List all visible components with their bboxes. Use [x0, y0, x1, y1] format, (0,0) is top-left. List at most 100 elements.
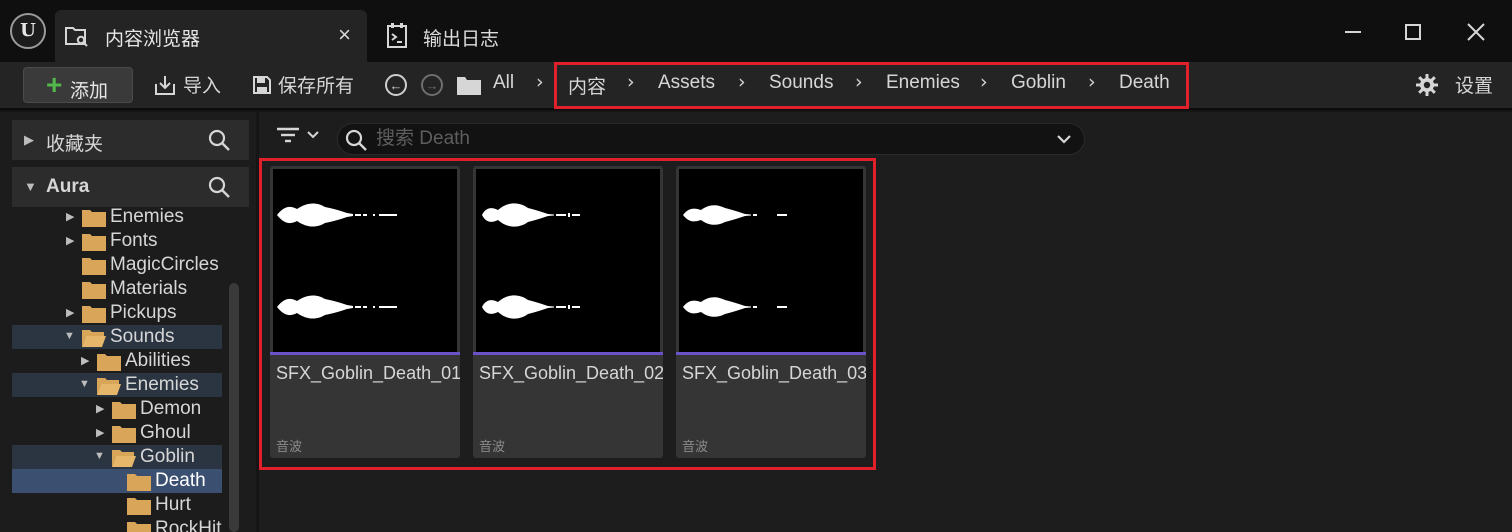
tree-item-ghoul[interactable]: ▶ Ghoul [12, 421, 222, 445]
breadcrumb-separator[interactable]: › [1088, 71, 1096, 93]
breadcrumb-separator[interactable]: › [627, 71, 635, 93]
close-tab-icon[interactable]: × [338, 22, 351, 48]
minimize-icon [1345, 31, 1361, 33]
breadcrumb-all[interactable]: All [493, 72, 514, 94]
tree-item-label: Fonts [110, 230, 158, 251]
output-log-icon [387, 23, 407, 48]
asset-type-bar [676, 352, 866, 355]
collapsed-arrow-icon[interactable]: ▶ [24, 132, 34, 148]
add-button[interactable]: + 添加 [23, 67, 133, 103]
tree-item-enemies-sounds[interactable]: ▼ Enemies [12, 373, 222, 397]
expanded-arrow-icon[interactable]: ▼ [79, 378, 90, 390]
breadcrumb-item-sounds[interactable]: Sounds [769, 72, 833, 94]
waveform-thumbnail [679, 169, 863, 353]
tree-item-hurt[interactable]: Hurt [12, 493, 222, 517]
collapsed-arrow-icon[interactable]: ▶ [96, 426, 104, 439]
collapsed-arrow-icon[interactable]: ▶ [66, 210, 74, 223]
asset-tile[interactable]: SFX_Goblin_Death_01 音波 [270, 166, 460, 458]
search-icon[interactable] [207, 175, 231, 199]
tree-item-magiccircles[interactable]: MagicCircles [12, 253, 222, 277]
folder-icon [82, 210, 106, 227]
search-icon [345, 129, 367, 151]
asset-type: 音波 [479, 439, 506, 454]
tab-output-log[interactable]: 输出日志 [383, 10, 583, 62]
tree-scrollbar[interactable] [229, 283, 239, 532]
tree-item-demon[interactable]: ▶ Demon [12, 397, 222, 421]
tree-item-label: Pickups [110, 302, 177, 323]
favorites-header[interactable]: ▶ 收藏夹 [12, 120, 249, 160]
search-input[interactable] [376, 126, 1036, 152]
open-folder-icon [112, 450, 136, 467]
tree-item-fonts[interactable]: ▶ Fonts [12, 229, 222, 253]
unreal-logo-icon[interactable]: U [10, 13, 46, 49]
filter-button[interactable] [276, 125, 320, 145]
tree-item-label: Demon [140, 398, 202, 419]
folder-icon [112, 402, 136, 419]
save-all-button[interactable]: 保存所有 [252, 71, 354, 98]
tree-item-pickups[interactable]: ▶ Pickups [12, 301, 222, 325]
collapsed-arrow-icon[interactable]: ▶ [96, 402, 104, 415]
breadcrumb-item-death[interactable]: Death [1119, 72, 1170, 94]
tree-item-label: Ghoul [140, 422, 191, 443]
collapsed-arrow-icon[interactable]: ▶ [81, 354, 89, 367]
import-button[interactable]: 导入 [153, 71, 221, 98]
search-icon[interactable] [207, 128, 231, 152]
tab-label: 内容浏览器 [105, 29, 201, 50]
tree-item-death[interactable]: Death [12, 469, 222, 493]
breadcrumb-item-content[interactable]: 内容 [568, 72, 606, 99]
asset-name: SFX_Goblin_Death_02 [479, 363, 663, 383]
tree-item-sounds[interactable]: ▼ Sounds [12, 325, 222, 349]
breadcrumb-item-assets[interactable]: Assets [658, 72, 715, 94]
folder-icon[interactable] [456, 74, 482, 96]
title-bar: U 内容浏览器 × 输出日志 [0, 0, 1512, 62]
tree-item-goblin[interactable]: ▼ Goblin [12, 445, 222, 469]
forward-arrow-icon[interactable]: → [421, 74, 443, 96]
folder-tree: ▶ Enemies ▶ Fonts MagicCircles Materials… [12, 204, 234, 532]
open-folder-icon [97, 378, 121, 395]
breadcrumb-separator[interactable]: › [738, 71, 746, 93]
breadcrumb-item-goblin[interactable]: Goblin [1011, 72, 1066, 94]
tree-item-label: Abilities [125, 350, 191, 371]
expanded-arrow-icon[interactable]: ▼ [24, 179, 37, 194]
tree-item-label: Goblin [140, 446, 195, 467]
asset-search-box[interactable] [337, 123, 1085, 155]
tree-item-enemies[interactable]: ▶ Enemies [12, 205, 222, 229]
breadcrumb-separator[interactable]: › [855, 71, 863, 93]
collapsed-arrow-icon[interactable]: ▶ [66, 306, 74, 319]
import-label: 导入 [183, 76, 222, 97]
breadcrumb-separator[interactable]: › [536, 71, 544, 93]
tree-item-abilities[interactable]: ▶ Abilities [12, 349, 222, 373]
expanded-arrow-icon[interactable]: ▼ [94, 450, 105, 462]
breadcrumb-separator[interactable]: › [980, 71, 988, 93]
chevron-down-icon[interactable] [1056, 130, 1072, 148]
tree-item-materials[interactable]: Materials [12, 277, 222, 301]
sound-wave-icon [683, 205, 787, 317]
expanded-arrow-icon[interactable]: ▼ [64, 330, 75, 342]
breadcrumb-item-enemies[interactable]: Enemies [886, 72, 960, 94]
close-icon [1467, 23, 1485, 41]
asset-tile[interactable]: SFX_Goblin_Death_03 音波 [676, 166, 866, 458]
toolbar: + 添加 导入 保存所有 ← → All › 内容 › Assets › Sou… [0, 62, 1512, 110]
aura-header[interactable]: ▼ Aura [12, 167, 249, 207]
settings-button[interactable]: 设置 [1415, 71, 1493, 98]
asset-name: SFX_Goblin_Death_03 [682, 363, 866, 383]
waveform-thumbnail [476, 169, 660, 353]
collapsed-arrow-icon[interactable]: ▶ [66, 234, 74, 247]
save-icon [253, 75, 271, 94]
back-arrow-icon[interactable]: ← [385, 74, 407, 96]
asset-type: 音波 [682, 439, 709, 454]
asset-name: SFX_Goblin_Death_01 [276, 363, 460, 383]
close-window-button[interactable] [1456, 14, 1496, 50]
minimize-button[interactable] [1333, 14, 1373, 50]
maximize-button[interactable] [1393, 14, 1433, 50]
tree-item-rockhit[interactable]: RockHit [12, 517, 222, 532]
save-all-label: 保存所有 [278, 76, 355, 97]
asset-view-panel: SFX_Goblin_Death_01 音波 SFX_Goblin_Death_… [259, 112, 1512, 532]
open-folder-icon [82, 330, 106, 347]
folder-icon [127, 498, 151, 515]
asset-tile[interactable]: SFX_Goblin_Death_02 音波 [473, 166, 663, 458]
asset-type-bar [270, 352, 460, 355]
tab-label: 输出日志 [423, 29, 500, 50]
tab-content-browser[interactable]: 内容浏览器 × [55, 10, 367, 62]
sound-wave-icon [482, 203, 580, 319]
